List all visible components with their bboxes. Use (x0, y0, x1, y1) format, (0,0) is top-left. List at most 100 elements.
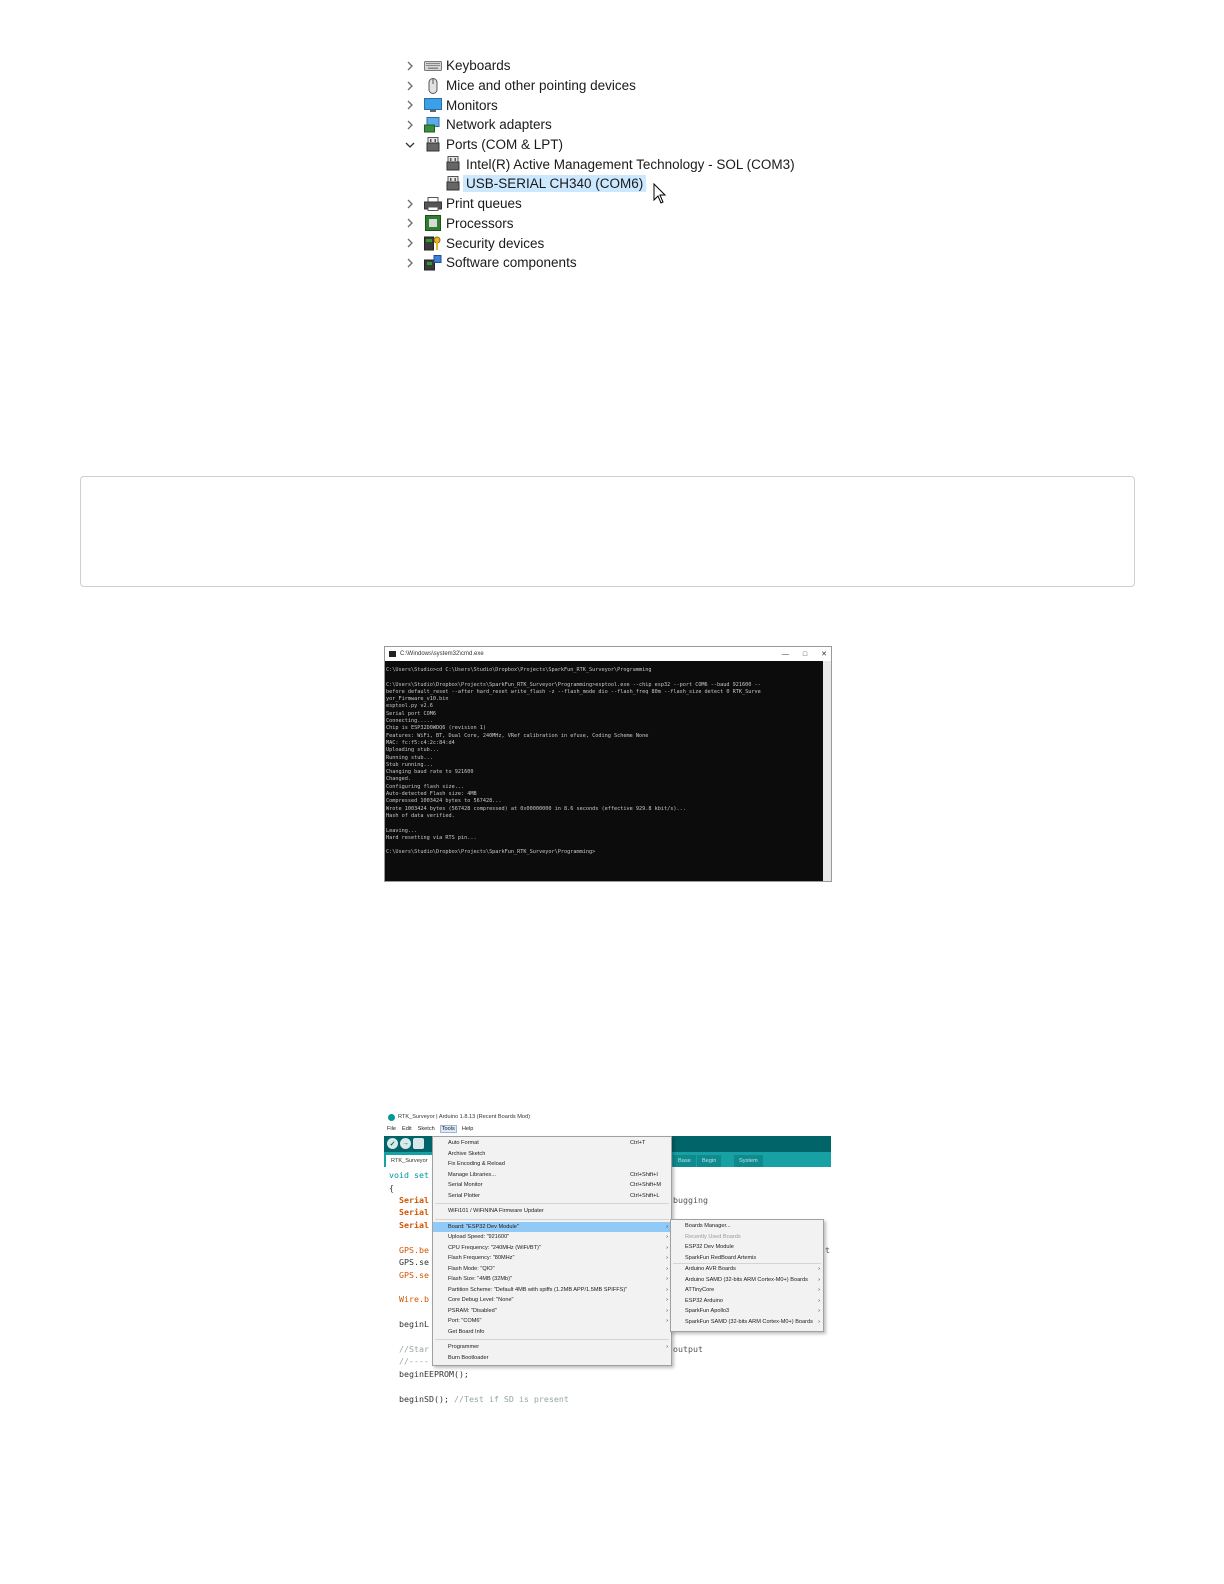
chevron-right-icon[interactable] (405, 238, 415, 248)
menu-separator (435, 1218, 669, 1220)
device-category[interactable]: Software components (400, 253, 820, 273)
board-menu-item[interactable]: SparkFun RedBoard Artemis (671, 1253, 823, 1264)
menu-item-label: ESP32 Arduino (685, 1297, 723, 1304)
device-category[interactable]: Mice and other pointing devices (400, 76, 820, 96)
maximize-icon[interactable]: □ (803, 651, 807, 658)
tab-system[interactable]: System (734, 1155, 763, 1167)
port-icon (444, 156, 462, 172)
tools-menu-item[interactable]: Partition Scheme: "Default 4MB with spif… (433, 1285, 671, 1296)
chevron-right-icon[interactable] (405, 258, 415, 268)
chevron-right-icon[interactable] (405, 61, 415, 71)
cmd-output-line: Auto-detected Flash size: 4MB (386, 791, 477, 798)
submenu-arrow-icon: › (666, 1344, 668, 1350)
menu-item-label: Upload Speed: "921600" (448, 1234, 510, 1240)
device-category[interactable]: Monitors (400, 95, 820, 115)
tools-menu-item[interactable]: Core Debug Level: "None" › (433, 1295, 671, 1306)
tools-menu-item[interactable]: Port: "COM6" › (433, 1316, 671, 1327)
cmd-title-bar[interactable]: C:\Windows\system32\cmd.exe — □ ✕ (385, 647, 831, 661)
tab-base[interactable]: Base (673, 1155, 696, 1167)
upload-icon[interactable]: → (400, 1138, 411, 1149)
tools-menu-item[interactable]: Burn Bootloader (433, 1353, 671, 1364)
menu-item-label: Flash Mode: "QIO" (448, 1265, 495, 1272)
tools-menu-item[interactable]: Flash Size: "4MB (32Mb)" › (433, 1274, 671, 1285)
menu-item-label: Fix Encoding & Reload (448, 1161, 505, 1167)
device-category[interactable]: Processors (400, 214, 820, 234)
tools-menu: Auto Format Ctrl+T Archive Sketch Fix Encod… (432, 1136, 672, 1366)
menu-sketch[interactable]: Sketch (418, 1126, 435, 1132)
board-menu-item[interactable]: ESP32 Arduino › (671, 1296, 823, 1307)
chevron-right-icon[interactable] (405, 81, 415, 91)
menu-separator (435, 1203, 669, 1204)
chevron-right-icon[interactable] (405, 120, 415, 130)
board-menu-item[interactable]: Arduino AVR Boards › (671, 1264, 823, 1275)
chevron-right-icon[interactable] (405, 199, 415, 209)
menu-help[interactable]: Help (462, 1126, 474, 1132)
device-node[interactable]: USB-SERIAL CH340 (COM6) (400, 174, 820, 194)
cmd-scrollbar[interactable] (823, 661, 831, 881)
menu-item-label: Get Board Info (448, 1328, 485, 1335)
tools-menu-item[interactable]: Programmer › (433, 1342, 671, 1353)
menu-tools[interactable]: Tools (439, 1125, 457, 1133)
device-category[interactable]: Ports (COM & LPT) (400, 135, 820, 155)
tab-rtk-surveyor[interactable]: RTK_Surveyor (386, 1155, 433, 1167)
chevron-right-icon[interactable] (405, 100, 415, 110)
cmd-output-line: Chip is ESP32D0WDQ6 (revision 1) (386, 725, 486, 732)
board-menu-item[interactable]: ESP32 Dev Module (671, 1242, 823, 1253)
code-line: GPS.se (399, 1257, 429, 1267)
tools-menu-item[interactable]: PSRAM: "Disabled" › (433, 1306, 671, 1317)
tools-menu-item[interactable]: CPU Frequency: "240MHz (WiFi/BT)" › (433, 1243, 671, 1254)
device-node[interactable]: Intel(R) Active Management Technology - … (400, 154, 820, 174)
tools-menu-item[interactable]: Upload Speed: "921600" › (433, 1232, 671, 1243)
verify-icon[interactable]: ✓ (387, 1138, 398, 1149)
device-label: Security devices (446, 235, 545, 251)
tools-menu-item[interactable]: Archive Sketch (433, 1149, 671, 1160)
code-fragment: t (825, 1245, 830, 1255)
minimize-icon[interactable]: — (782, 651, 789, 658)
submenu-arrow-icon: › (666, 1276, 668, 1282)
menu-item-label: ESP32 Dev Module (685, 1244, 734, 1250)
board-menu-item[interactable]: Boards Manager... (671, 1221, 823, 1232)
menu-item-label: Auto Format (448, 1140, 479, 1146)
submenu-arrow-icon: › (818, 1318, 820, 1325)
device-category[interactable]: Keyboards (400, 56, 820, 76)
code-fragment: bugging (673, 1195, 708, 1205)
cmd-output-line: Compressed 1003424 bytes to 567428... (386, 798, 502, 805)
board-menu-item[interactable]: SparkFun SAMD (32-bits ARM Cortex-M0+) B… (671, 1317, 823, 1328)
tools-menu-item[interactable]: Flash Mode: "QIO" › (433, 1264, 671, 1275)
tools-menu-item[interactable]: Flash Frequency: "80MHz" › (433, 1253, 671, 1264)
device-category[interactable]: Print queues (400, 194, 820, 214)
tools-menu-item[interactable]: Manage Libraries... Ctrl+Shift+I (433, 1170, 671, 1181)
board-menu-item[interactable]: ATTinyCore › (671, 1285, 823, 1296)
tools-menu-item[interactable]: Serial Monitor Ctrl+Shift+M (433, 1180, 671, 1191)
tools-menu-item[interactable]: Get Board Info (433, 1327, 671, 1338)
tab-begin[interactable]: Begin (697, 1155, 722, 1167)
device-category[interactable]: Network adapters (400, 115, 820, 135)
tools-menu-item[interactable]: Fix Encoding & Reload (433, 1159, 671, 1170)
new-sketch-icon[interactable] (413, 1138, 424, 1149)
tools-menu-item[interactable]: Auto Format Ctrl+T (433, 1138, 671, 1149)
chevron-right-icon[interactable] (405, 218, 415, 228)
device-label: Monitors (446, 97, 498, 113)
board-submenu: Boards Manager... Recently Used Boards ESP… (670, 1219, 824, 1332)
menu-file[interactable]: File (387, 1126, 396, 1132)
device-label: Processors (446, 215, 514, 231)
cmd-title: C:\Windows\system32\cmd.exe (400, 651, 484, 657)
board-menu-item[interactable]: SparkFun Apollo3 › (671, 1306, 823, 1317)
menu-edit[interactable]: Edit (402, 1126, 412, 1132)
submenu-arrow-icon: › (818, 1276, 820, 1283)
tools-menu-item[interactable]: WiFi101 / WiFiNINA Firmware Updater (433, 1206, 671, 1217)
device-label: Print queues (446, 196, 522, 212)
submenu-arrow-icon: › (666, 1255, 668, 1261)
menu-item-label: Programmer (448, 1344, 480, 1350)
submenu-arrow-icon: › (818, 1266, 820, 1272)
cmd-output-line: Configuring flash size... (386, 783, 465, 790)
device-category[interactable]: Security devices (400, 233, 820, 253)
tools-menu-item[interactable]: Board: "ESP32 Dev Module" › (433, 1221, 671, 1232)
submenu-arrow-icon: › (818, 1297, 820, 1304)
chevron-down-icon[interactable] (405, 140, 415, 150)
tools-menu-item[interactable]: Serial Plotter Ctrl+Shift+L (433, 1191, 671, 1202)
board-menu-item[interactable]: Arduino SAMD (32-bits ARM Cortex-M0+) Bo… (671, 1275, 823, 1286)
close-icon[interactable]: ✕ (821, 650, 827, 658)
port-icon (444, 175, 462, 192)
submenu-arrow-icon: › (666, 1307, 668, 1314)
